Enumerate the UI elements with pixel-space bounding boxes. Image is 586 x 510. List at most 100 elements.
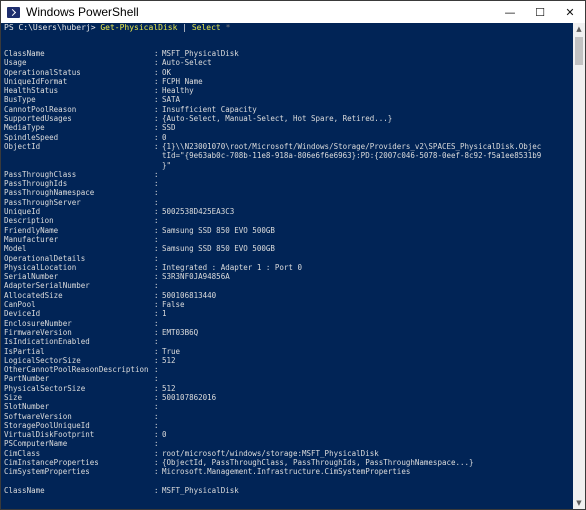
property-row: SlotNumber:	[4, 402, 572, 411]
property-separator: :	[154, 244, 159, 254]
property-row: FirmwareVersion: EMT03B6Q	[4, 328, 572, 337]
close-button[interactable]: ✕	[555, 1, 585, 23]
property-separator: :	[154, 458, 159, 468]
property-row: UniqueIdFormat: FCPH Name	[4, 77, 572, 86]
property-value: EMT03B6Q	[162, 327, 199, 337]
property-separator: :	[154, 114, 159, 124]
property-name: UniqueIdFormat	[4, 76, 68, 86]
pipe-operator: |	[177, 23, 192, 32]
property-name: Size	[4, 392, 23, 402]
property-separator: :	[154, 188, 159, 198]
property-row: MediaType: SSD	[4, 123, 572, 132]
minimize-button[interactable]: —	[495, 1, 525, 23]
vertical-scrollbar[interactable]: ▲ ▼	[573, 23, 585, 509]
property-row: PassThroughServer:	[4, 198, 572, 207]
property-row: ObjectId: {1}\\N23001070\root/Microsoft/W…	[4, 142, 572, 151]
property-value: MSFT_PhysicalDisk	[162, 49, 239, 58]
property-row: OperationalStatus: OK	[4, 68, 572, 77]
property-separator: :	[154, 402, 159, 412]
property-value	[162, 170, 572, 179]
property-name: Description	[4, 216, 54, 226]
property-name: BusType	[4, 95, 36, 105]
property-value	[162, 235, 572, 244]
property-value: {1}\\N23001070\root/Microsoft/Windows/St…	[162, 141, 542, 151]
property-separator: :	[154, 300, 159, 310]
property-name: IsPartial	[4, 346, 45, 356]
property-value: 512	[162, 355, 176, 365]
property-separator: :	[154, 281, 159, 291]
maximize-button[interactable]: ☐	[525, 1, 555, 23]
property-name: CimInstanceProperties	[4, 458, 99, 468]
property-name: DeviceId	[4, 309, 41, 319]
property-value: 1	[162, 309, 167, 319]
select-command: Select	[191, 23, 221, 32]
property-name: CimClass	[4, 448, 41, 458]
property-separator: :	[154, 67, 159, 77]
console-output[interactable]: PS C:\Users\huberj> Get-PhysicalDisk | S…	[1, 23, 573, 509]
powershell-icon	[7, 6, 20, 18]
property-separator: :	[154, 309, 159, 319]
property-separator: :	[154, 86, 159, 96]
property-row: IsPartial: True	[4, 347, 572, 356]
property-separator: :	[154, 290, 159, 300]
property-value	[162, 281, 572, 290]
scroll-down-arrow-icon[interactable]: ▼	[573, 497, 585, 509]
property-name: ClassName	[4, 485, 45, 495]
property-row: PassThroughIds:	[4, 179, 572, 188]
property-value	[162, 439, 572, 448]
property-separator: :	[154, 392, 159, 402]
scrollbar-thumb[interactable]	[575, 37, 583, 65]
property-row: }"	[4, 161, 572, 170]
property-separator: :	[154, 420, 159, 430]
property-name: ObjectId	[4, 141, 41, 151]
property-value	[162, 188, 572, 197]
property-value: S3R3NF0JA94856A	[162, 272, 230, 282]
property-name: PassThroughClass	[4, 169, 77, 179]
property-row: EnclosureNumber:	[4, 319, 572, 328]
property-value: Samsung SSD 850 EVO 500GB	[162, 225, 275, 235]
property-row: Manufacturer:	[4, 235, 572, 244]
property-name: Model	[4, 244, 27, 254]
property-separator: :	[154, 430, 159, 440]
property-name: SlotNumber	[4, 402, 50, 412]
property-separator: :	[154, 58, 159, 68]
property-row: OtherCannotPoolReasonDescription:	[4, 365, 572, 374]
property-row: PartNumber:	[4, 374, 572, 383]
property-separator: :	[154, 448, 159, 458]
property-value: tId="{9e63ab0c-708b-11e8-918a-806e6f6e69…	[162, 151, 542, 161]
property-name: AdapterSerialNumber	[4, 281, 90, 291]
scroll-up-arrow-icon[interactable]: ▲	[573, 23, 585, 35]
property-value	[162, 365, 572, 374]
property-row: Usage: Auto-Select	[4, 58, 572, 67]
property-row: PassThroughNamespace:	[4, 188, 572, 197]
property-name: FirmwareVersion	[4, 327, 72, 337]
title-bar[interactable]: Windows PowerShell — ☐ ✕	[1, 1, 585, 23]
property-row: CannotPoolReason: Insufficient Capacity	[4, 105, 572, 114]
property-name: EnclosureNumber	[4, 318, 72, 328]
property-row: OperationalDetails:	[4, 254, 572, 263]
property-row: Description:	[4, 216, 572, 225]
property-separator: :	[154, 383, 159, 393]
property-name: MediaType	[4, 123, 45, 133]
property-separator: :	[154, 355, 159, 365]
property-name: HealthStatus	[4, 86, 59, 96]
property-value: Samsung SSD 850 EVO 500GB	[162, 244, 275, 254]
property-name: OtherCannotPoolReasonDescription	[4, 365, 149, 375]
property-name: Manufacturer	[4, 234, 59, 244]
property-name: OperationalStatus	[4, 67, 81, 77]
property-separator: :	[154, 225, 159, 235]
property-value: {ObjectId, PassThroughClass, PassThrough…	[162, 458, 474, 468]
property-row: UniqueId:5002538D425EA3C3	[4, 207, 572, 216]
property-value: Microsoft.Management.Infrastructure.CimS…	[162, 467, 411, 477]
property-value: OK	[162, 67, 172, 77]
property-name: OperationalDetails	[4, 253, 86, 263]
property-row: BusType: SATA	[4, 95, 572, 104]
property-name: SerialNumber	[4, 272, 59, 282]
property-row: AllocatedSize:500106813440	[4, 291, 572, 300]
property-value: True	[162, 346, 181, 356]
property-row: DeviceId:1	[4, 309, 572, 318]
property-separator	[154, 151, 162, 160]
property-separator: :	[154, 197, 159, 207]
property-value: 0	[162, 430, 167, 440]
